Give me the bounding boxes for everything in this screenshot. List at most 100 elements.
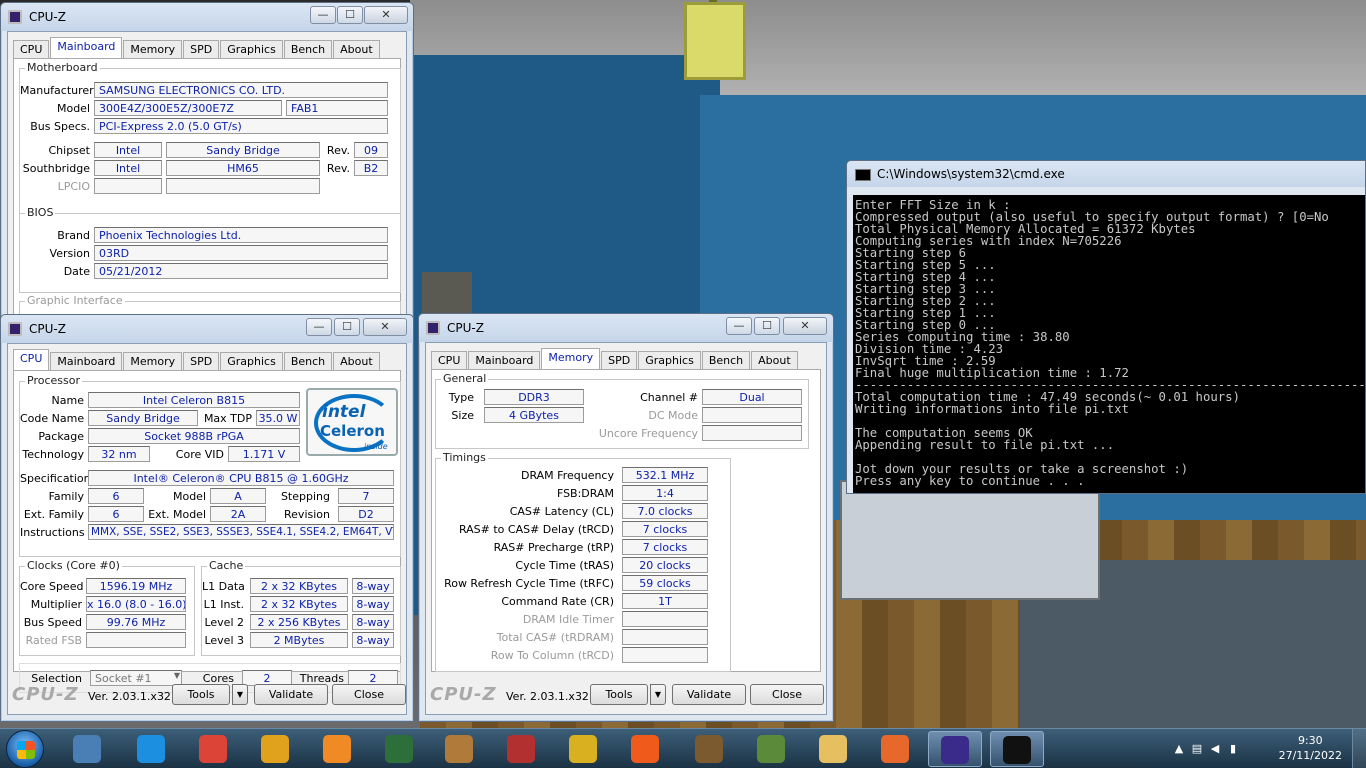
windows-logo-icon	[17, 741, 35, 759]
close-window-button[interactable]: ✕	[783, 317, 827, 335]
tab-bench[interactable]: Bench	[701, 351, 751, 370]
close-window-button[interactable]: ✕	[364, 6, 408, 24]
taskbar-app-kamikaze[interactable]	[618, 731, 672, 767]
ext-family-field: 6	[88, 506, 144, 522]
core-vid-label: Core VID	[175, 448, 224, 461]
tools-button[interactable]: Tools	[590, 684, 648, 705]
tab-about[interactable]: About	[333, 40, 380, 59]
lantern-icon	[684, 2, 746, 80]
taskbar-app-firefox[interactable]	[868, 731, 922, 767]
volume-icon[interactable]: ◀	[1208, 742, 1222, 756]
group-title: Motherboard	[25, 61, 100, 74]
validate-button[interactable]: Validate	[254, 684, 328, 705]
tab-spd[interactable]: SPD	[183, 40, 220, 59]
power-icon[interactable]: ▮	[1226, 742, 1240, 756]
taskbar-app-stick-figure[interactable]	[494, 731, 548, 767]
name-label: Name	[51, 394, 84, 407]
title-bar[interactable]: CPU-Z — ☐ ✕	[1, 315, 413, 343]
taskbar-app-shovel[interactable]	[432, 731, 486, 767]
close-button[interactable]: Close	[332, 684, 406, 705]
taskbar-app-chrome[interactable]	[186, 731, 240, 767]
network-icon[interactable]: ▤	[1190, 742, 1204, 756]
maximize-button[interactable]: ☐	[334, 318, 360, 336]
show-desktop-button[interactable]	[1352, 729, 1366, 768]
tools-dropdown-button[interactable]: ▼	[650, 684, 666, 705]
taskbar-app-keepass[interactable]	[248, 731, 302, 767]
taskbar-app-cpu-z[interactable]	[928, 731, 982, 767]
tab-bar: CPU Mainboard Memory SPD Graphics Bench …	[13, 37, 401, 59]
level2-label: Level 2	[204, 616, 244, 629]
tab-spd[interactable]: SPD	[183, 352, 220, 371]
clock-date: 27/11/2022	[1278, 749, 1342, 762]
close-button[interactable]: Close	[750, 684, 824, 705]
date-label: Date	[63, 265, 90, 278]
timing-value: 1T	[622, 593, 708, 609]
minecraft-launcher-icon	[695, 735, 723, 763]
version-text: Ver. 2.03.1.x32	[506, 690, 589, 703]
clock[interactable]: 9:30 27/11/2022	[1279, 733, 1342, 763]
start-button[interactable]	[6, 730, 44, 768]
taskbar-app-minecraft-launcher[interactable]	[682, 731, 736, 767]
tab-cpu[interactable]: CPU	[13, 349, 50, 371]
tab-bench[interactable]: Bench	[283, 352, 333, 371]
maximize-button[interactable]: ☐	[337, 6, 363, 24]
taskbar-app-explorer[interactable]	[806, 731, 860, 767]
maximize-button[interactable]: ☐	[754, 317, 780, 335]
tab-mainboard[interactable]: Mainboard	[50, 37, 123, 59]
minimize-button[interactable]: —	[310, 6, 336, 24]
close-window-button[interactable]: ✕	[363, 318, 407, 336]
taskbar: ▲ ▤ ◀ ▮ 9:30 27/11/2022	[0, 728, 1366, 768]
title-bar[interactable]: CPU-Z — ☐ ✕	[419, 314, 833, 342]
tab-memory[interactable]: Memory	[541, 348, 601, 370]
taskbar-app-video-player[interactable]	[310, 731, 364, 767]
tab-mainboard[interactable]: Mainboard	[50, 352, 123, 371]
cpuz-app-icon	[426, 321, 440, 335]
title-bar[interactable]: CPU-Z — ☐ ✕	[1, 3, 413, 31]
timing-value: 7.0 clocks	[622, 503, 708, 519]
max-tdp-label: Max TDP	[203, 412, 252, 425]
minimize-button[interactable]: —	[306, 318, 332, 336]
tab-graphics[interactable]: Graphics	[638, 351, 701, 370]
southbridge-name-field: HM65	[166, 160, 320, 176]
model-label: Model	[56, 102, 90, 115]
tools-button[interactable]: Tools	[172, 684, 230, 705]
taskbar-app-control-panel[interactable]	[60, 731, 114, 767]
console-output[interactable]: Enter FFT Size in k : Compressed output (…	[853, 195, 1365, 493]
taskbar-app-tool[interactable]	[556, 731, 610, 767]
model-label: Model	[172, 490, 206, 503]
taskbar-app-minecraft[interactable]	[744, 731, 798, 767]
uncore-frequency-field	[702, 425, 802, 441]
tab-mainboard[interactable]: Mainboard	[468, 351, 541, 370]
tools-dropdown-button[interactable]: ▼	[232, 684, 248, 705]
tab-spd[interactable]: SPD	[601, 351, 638, 370]
tab-graphics[interactable]: Graphics	[220, 40, 283, 59]
logo-tag: inside	[364, 442, 388, 451]
bus-speed-label: Bus Speed	[23, 616, 82, 629]
validate-button[interactable]: Validate	[672, 684, 746, 705]
timing-value: 7 clocks	[622, 539, 708, 555]
group-title: Graphic Interface	[25, 294, 125, 307]
processor-group: Processor Name Intel Celeron B815 Code N…	[19, 374, 401, 557]
taskbar-app-cmd[interactable]	[990, 731, 1044, 767]
taskbar-app-hwmonitor[interactable]	[372, 731, 426, 767]
southbridge-rev-label: Rev.	[326, 162, 350, 175]
tab-graphics[interactable]: Graphics	[220, 352, 283, 371]
tab-bench[interactable]: Bench	[283, 40, 333, 59]
taskbar-app-internet-explorer[interactable]	[124, 731, 178, 767]
chevron-up-icon[interactable]: ▲	[1172, 742, 1186, 756]
group-title: General	[441, 372, 489, 385]
tab-cpu[interactable]: CPU	[431, 351, 468, 370]
title-bar[interactable]: C:\Windows\system32\cmd.exe	[847, 161, 1365, 187]
tab-memory[interactable]: Memory	[123, 40, 183, 59]
tab-about[interactable]: About	[751, 351, 798, 370]
minimize-button[interactable]: —	[726, 317, 752, 335]
family-field: 6	[88, 488, 144, 504]
level2-field: 2 x 256 KBytes	[250, 614, 348, 630]
group-title: BIOS	[25, 206, 56, 219]
video-player-icon	[323, 735, 351, 763]
tab-about[interactable]: About	[333, 352, 380, 371]
kamikaze-icon	[631, 735, 659, 763]
cpuz-mainboard-window: CPU-Z — ☐ ✕ CPU Mainboard Memory SPD Gra…	[0, 2, 414, 341]
tab-cpu[interactable]: CPU	[13, 40, 50, 59]
tab-memory[interactable]: Memory	[123, 352, 183, 371]
